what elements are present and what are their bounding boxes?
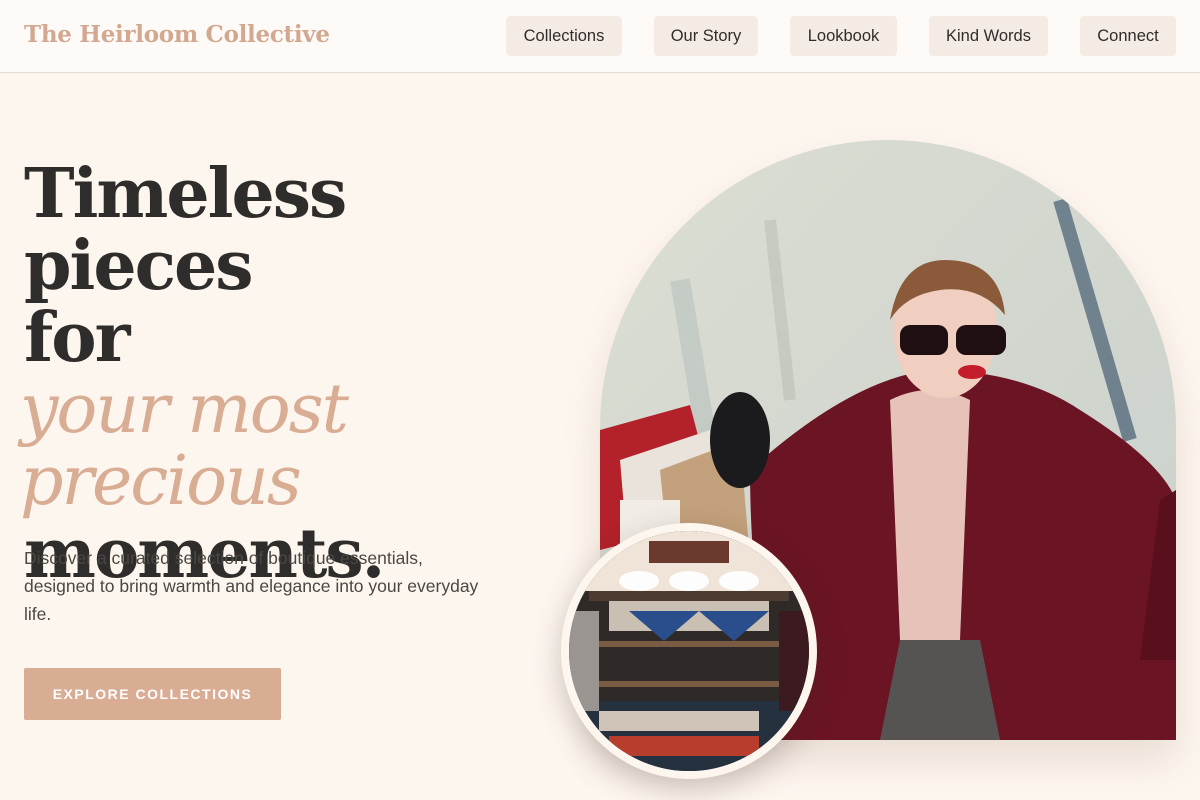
nav-kind-words[interactable]: Kind Words xyxy=(929,16,1048,56)
nav-collections[interactable]: Collections xyxy=(506,16,622,56)
brand-logo[interactable]: The Heirloom Collective xyxy=(24,21,330,48)
headline-accent: your most precious xyxy=(20,370,349,521)
site-header: The Heirloom Collective Collections Our … xyxy=(0,0,1200,73)
nav-lookbook[interactable]: Lookbook xyxy=(790,16,897,56)
store-interior-image xyxy=(561,523,817,779)
hero-headline: Timeless pieces for your most precious m… xyxy=(20,154,584,590)
nav-connect[interactable]: Connect xyxy=(1080,16,1176,56)
nav-our-story[interactable]: Our Story xyxy=(654,16,758,56)
headline-line-2: for xyxy=(24,298,130,378)
explore-collections-button[interactable]: EXPLORE COLLECTIONS xyxy=(24,668,281,720)
hero-description: Discover a curated selection of boutique… xyxy=(24,548,479,624)
headline-line-1: Timeless pieces xyxy=(24,154,347,306)
